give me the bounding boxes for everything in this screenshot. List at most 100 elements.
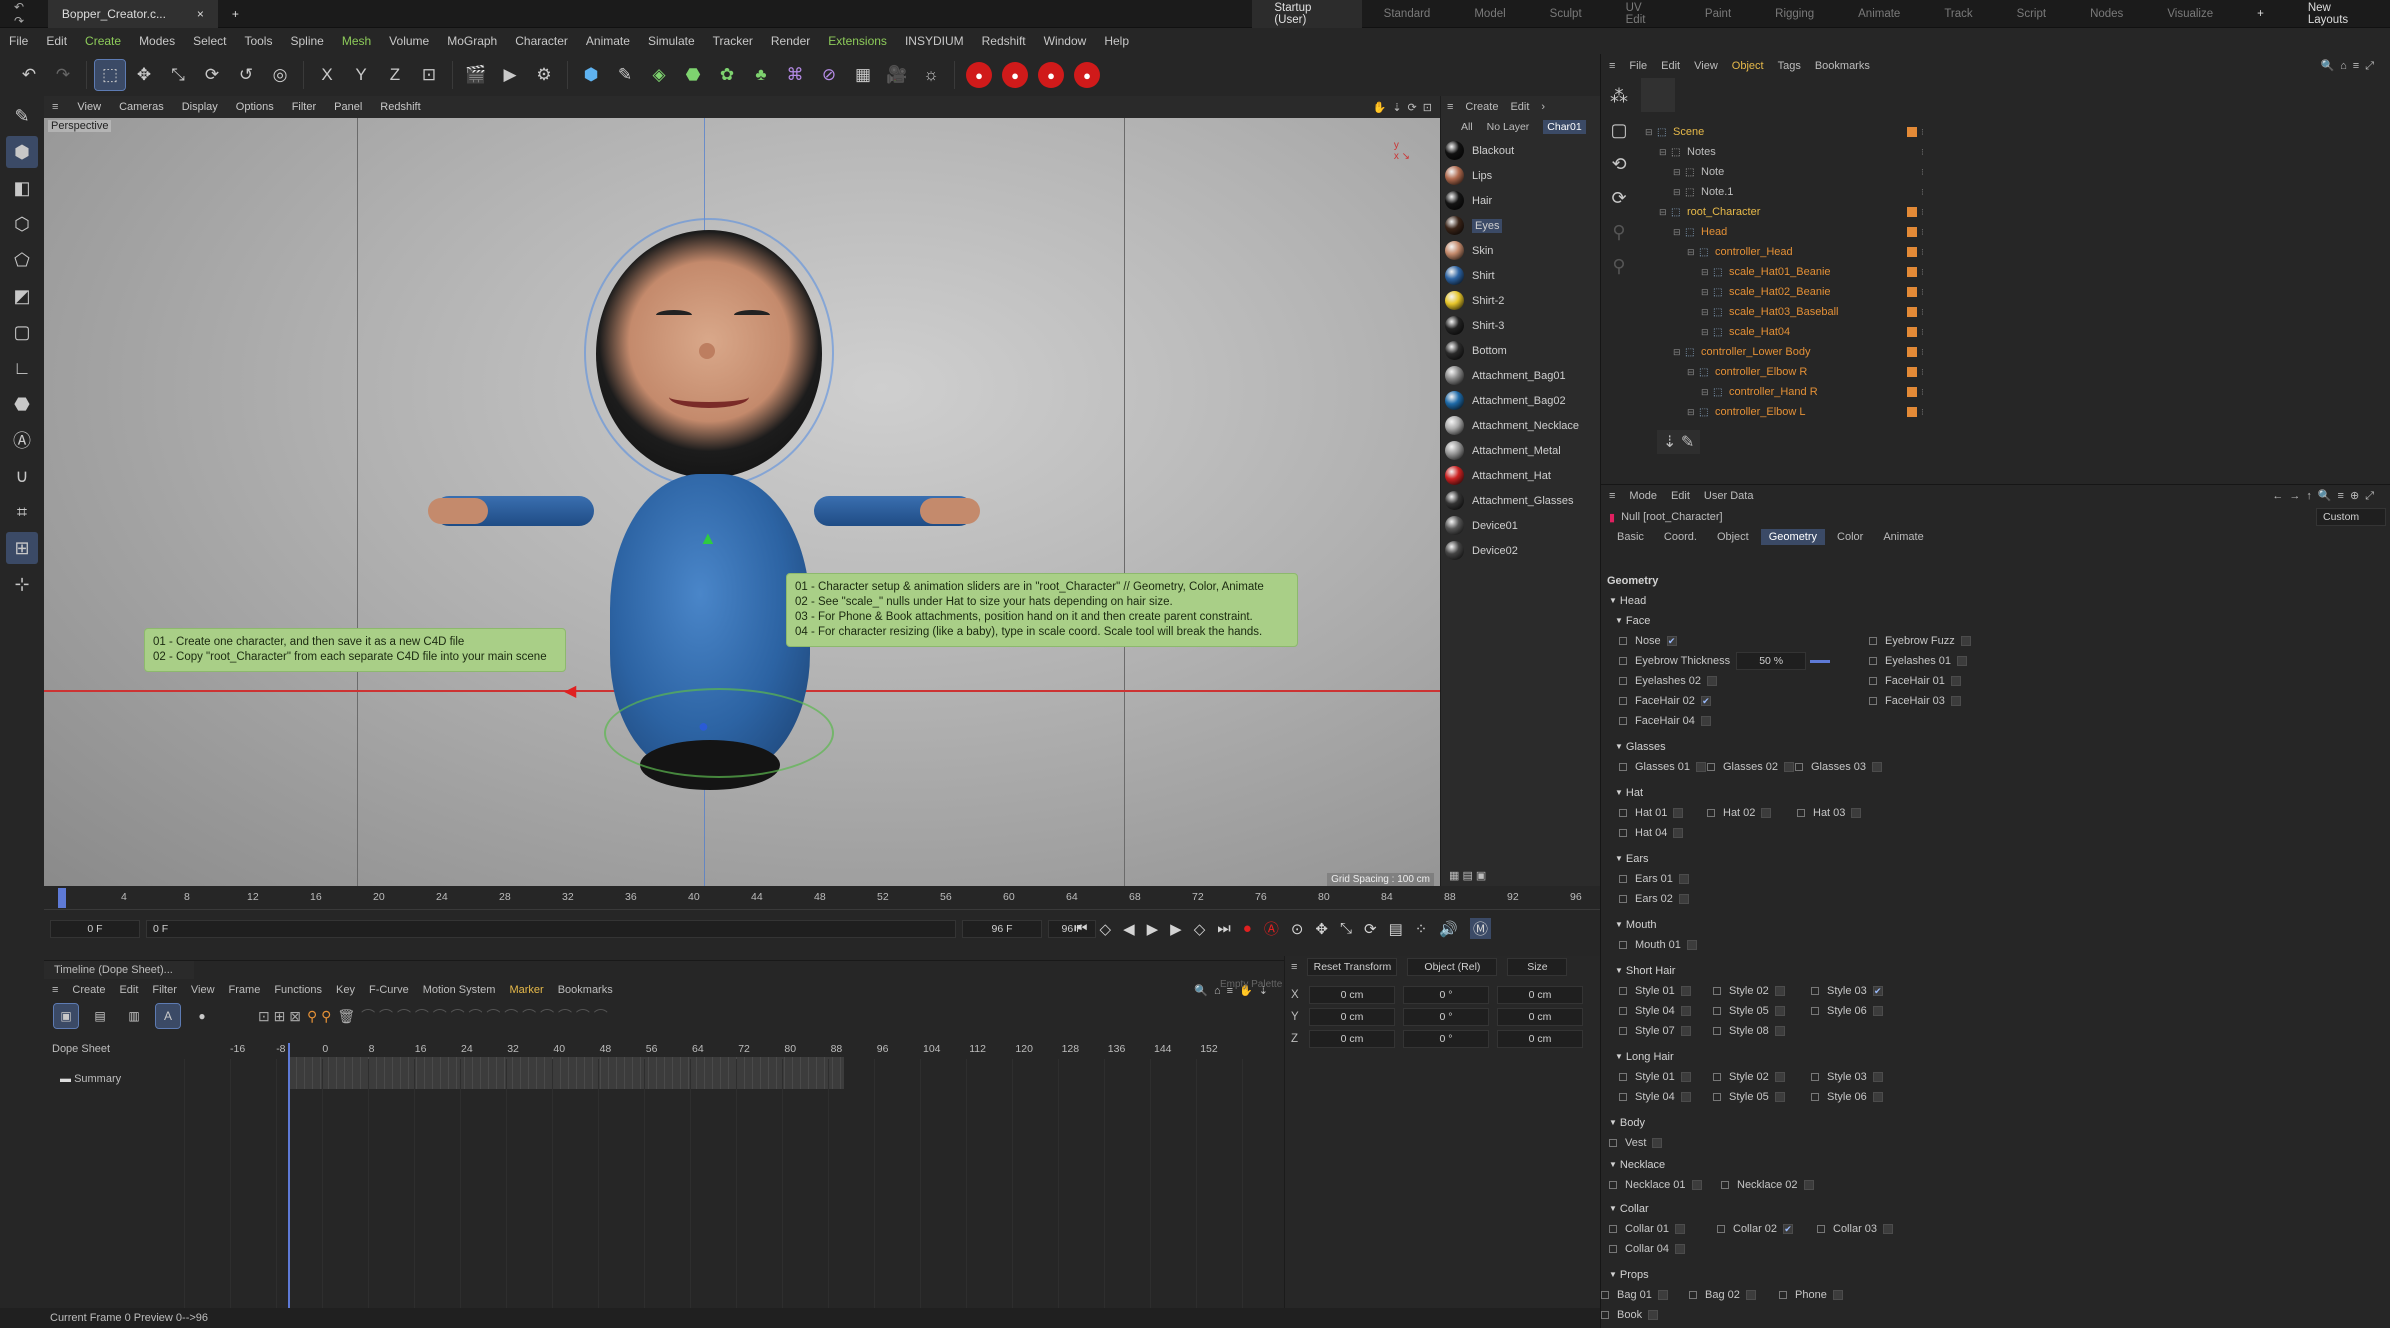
viewport-menu-display[interactable]: Display	[173, 101, 227, 113]
menu-tracker[interactable]: Tracker	[704, 34, 762, 48]
checkbox[interactable]	[1803, 1180, 1814, 1190]
record-icon[interactable]: ●	[1243, 920, 1252, 937]
sphere-icon[interactable]: ●	[190, 1004, 214, 1028]
pla-key-icon[interactable]: ⁘	[1415, 920, 1428, 938]
checkbox-field[interactable]: Style 01	[1619, 981, 1691, 1001]
object-row[interactable]: ⊟ ⬚ root_Character ⁝	[1645, 202, 1945, 222]
checkbox-field[interactable]: Style 02	[1713, 1067, 1785, 1087]
om-tool-icon[interactable]: ⁂	[1603, 80, 1635, 112]
prev-key-icon[interactable]: ◇	[1100, 920, 1112, 938]
light-icon[interactable]: ☼	[916, 60, 946, 90]
expand-icon[interactable]: ⊟	[1701, 287, 1713, 298]
checkbox[interactable]	[1872, 1006, 1883, 1016]
next-frame-icon[interactable]: ▶	[1170, 920, 1182, 938]
render-picture-icon[interactable]: ▶	[495, 60, 525, 90]
close-icon[interactable]: ×	[197, 7, 204, 21]
keyframe-icon[interactable]	[1619, 657, 1627, 665]
hamburger-icon[interactable]: ≡	[1609, 60, 1615, 72]
timeline-ruler[interactable]: 0481216202428323640444852566064687276808…	[44, 886, 1600, 910]
hamburger-icon[interactable]: ≡	[1609, 490, 1615, 502]
om-bottom-tools[interactable]: ⇣ ✎	[1657, 430, 1701, 454]
checkbox-field[interactable]: Phone	[1779, 1285, 1843, 1305]
trash-icon[interactable]: 🗑	[337, 1008, 355, 1025]
transfer-tool-icon[interactable]: ↺	[231, 60, 261, 90]
coord-rotation-field[interactable]: 0 °	[1403, 986, 1489, 1004]
om-menu-view[interactable]: View	[1694, 60, 1718, 72]
checkbox[interactable]	[1774, 1006, 1785, 1016]
ds-menu-view[interactable]: View	[191, 984, 215, 996]
undo-redo[interactable]: ↶ ↷	[0, 0, 48, 28]
coord-size-select[interactable]: Size	[1507, 958, 1568, 976]
checkbox[interactable]	[1675, 1244, 1686, 1254]
text-icon[interactable]: Ⓐ	[6, 424, 38, 456]
edges-mode-icon[interactable]: ⬠	[6, 244, 38, 276]
field-icon[interactable]: ⊘	[814, 60, 844, 90]
keyframe-icon[interactable]	[1619, 717, 1627, 725]
checkbox-field[interactable]: Style 05	[1713, 1087, 1785, 1107]
am-tab-object[interactable]: Object	[1709, 529, 1757, 545]
checkbox-field[interactable]: Style 08	[1713, 1021, 1785, 1041]
checkbox[interactable]	[1652, 1138, 1663, 1148]
checkbox-field[interactable]: Book	[1601, 1305, 1659, 1325]
material-item[interactable]: Blackout	[1441, 138, 1606, 163]
menu-mesh[interactable]: Mesh	[333, 34, 380, 48]
reset-transform-button[interactable]: Reset Transform	[1307, 958, 1398, 976]
keyframe-icon[interactable]	[1601, 1291, 1609, 1299]
checkbox-field[interactable]: FaceHair 02 ✔	[1619, 691, 1711, 711]
viewport-menu-options[interactable]: Options	[227, 101, 283, 113]
visibility-icon[interactable]: ⁝	[1921, 287, 1924, 298]
expand-icon[interactable]: ⊟	[1673, 347, 1685, 358]
keyframe-icon[interactable]	[1717, 1225, 1725, 1233]
keyframe-selection-icon[interactable]: ⊙	[1291, 920, 1304, 938]
material-item[interactable]: Attachment_Necklace	[1441, 413, 1606, 438]
new-layouts-button[interactable]: New Layouts	[2286, 2, 2390, 26]
checkbox[interactable]: ✔	[1700, 696, 1711, 706]
material-item[interactable]: Device02	[1441, 538, 1606, 563]
checkbox[interactable]	[1680, 986, 1691, 996]
dope-sheet-mode-icon[interactable]: ▣	[53, 1003, 79, 1029]
dope-sheet-grid[interactable]	[184, 1059, 1284, 1311]
coord-size-field[interactable]: 0 cm	[1497, 986, 1583, 1004]
sculpt-icon[interactable]: ⬣	[6, 388, 38, 420]
autokey-icon[interactable]: Ⓐ	[1264, 918, 1279, 939]
object-row[interactable]: ⊟ ⬚ controller_Lower Body ⁝	[1645, 342, 1945, 362]
document-tab[interactable]: Bopper_Creator.c... ×	[47, 0, 218, 28]
checkbox-field[interactable]: Bag 01	[1601, 1285, 1668, 1305]
expand-triangle-icon[interactable]: ▼	[1609, 1118, 1617, 1127]
checkbox[interactable]	[1696, 762, 1707, 772]
coordinate-system-icon[interactable]: ⊡	[414, 60, 444, 90]
param-key-icon[interactable]: ▤	[1389, 920, 1403, 938]
material-tab-char01[interactable]: Char01	[1543, 120, 1586, 134]
am-tab-color[interactable]: Color	[1829, 529, 1871, 545]
expand-triangle-icon[interactable]: ▼	[1615, 1052, 1623, 1061]
preset-select[interactable]: Custom	[2316, 508, 2386, 526]
material-item[interactable]: Attachment_Bag01	[1441, 363, 1606, 388]
viewport-menu-view[interactable]: View	[68, 101, 110, 113]
summary-row[interactable]: ▬ Summary	[44, 1065, 184, 1093]
layer-color-icon[interactable]	[1907, 327, 1917, 337]
expand-icon[interactable]: ⊟	[1687, 407, 1699, 418]
expand-triangle-icon[interactable]: ▼	[1615, 788, 1623, 797]
keyframe-icon[interactable]	[1619, 1093, 1627, 1101]
coord-rotation-field[interactable]: 0 °	[1403, 1030, 1489, 1048]
note-sticky-2[interactable]: 01 - Character setup & animation sliders…	[786, 573, 1298, 647]
preview-range-slider[interactable]: 0 F	[146, 920, 956, 938]
hamburger-icon[interactable]: ≡	[52, 984, 58, 996]
checkbox[interactable]	[1774, 1092, 1785, 1102]
checkbox-field[interactable]: Vest	[1609, 1133, 1663, 1153]
ik-icon[interactable]	[1641, 78, 1675, 112]
checkbox-field[interactable]: Style 03	[1811, 1067, 1883, 1087]
checkbox-field[interactable]: Ears 02	[1619, 889, 1689, 909]
layer-color-icon[interactable]	[1907, 307, 1917, 317]
expand-triangle-icon[interactable]: ▼	[1609, 596, 1617, 605]
menu-select[interactable]: Select	[184, 34, 235, 48]
checkbox[interactable]	[1872, 762, 1883, 772]
expand-triangle-icon[interactable]: ▼	[1609, 1204, 1617, 1213]
checkbox[interactable]	[1678, 874, 1689, 884]
visibility-icon[interactable]: ⁝	[1921, 387, 1924, 398]
ds-menu-key[interactable]: Key	[336, 984, 355, 996]
end-frame-field[interactable]: 96 F	[962, 920, 1042, 938]
checkbox-field[interactable]: Hat 01	[1619, 803, 1684, 823]
keyframe-icon[interactable]	[1713, 1007, 1721, 1015]
menu-create[interactable]: Create	[76, 34, 130, 48]
